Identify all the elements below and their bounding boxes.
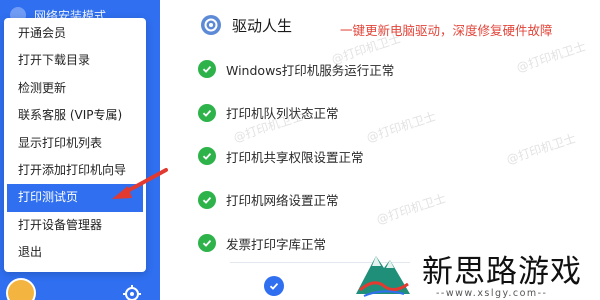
menu-item-vip[interactable]: 开通会员: [4, 20, 146, 47]
site-logo: 新思路游戏 --www.xslgy.com--: [348, 242, 600, 300]
menu-item-check-update[interactable]: 检测更新: [4, 75, 146, 102]
settings-gear-icon[interactable]: [122, 284, 142, 300]
status-text: Windows打印机服务运行正常: [226, 62, 395, 78]
check-icon: [198, 60, 216, 78]
menu-item-contact-support[interactable]: 联系客服 (VIP专属): [4, 102, 146, 129]
check-icon: [198, 147, 216, 165]
app-title: 驱动人生: [232, 16, 293, 35]
app-gear-logo-icon: [201, 15, 221, 35]
app-header: 驱动人生: [200, 14, 292, 36]
mountain-logo-icon: [356, 256, 410, 297]
check-icon: [198, 103, 216, 122]
status-row: 打印机共享权限设置正常: [198, 145, 394, 167]
menu-item-show-printer-list[interactable]: 显示打印机列表: [4, 130, 146, 157]
annotation-arrow-icon: [112, 168, 168, 199]
check-icon: [198, 190, 216, 209]
check-icon: [198, 234, 216, 252]
settings-dropdown-menu: 开通会员 打开下载目录 检测更新 联系客服 (VIP专属) 显示打印机列表 打开…: [4, 18, 146, 272]
menu-item-device-manager[interactable]: 打开设备管理器: [4, 212, 146, 239]
site-url: --www.xslgy.com--: [436, 288, 548, 299]
status-text: 打印机网络设置正常: [226, 193, 339, 208]
site-name: 新思路游戏: [422, 254, 582, 290]
menu-item-exit[interactable]: 退出: [4, 239, 146, 266]
header-tagline: 一键更新电脑驱动，深度修复硬件故障: [340, 23, 553, 38]
progress-step-check-icon: [264, 276, 284, 296]
status-row: Windows打印机服务运行正常: [198, 58, 394, 80]
menu-item-open-download-dir[interactable]: 打开下载目录: [4, 47, 146, 74]
status-row: 打印机网络设置正常: [198, 189, 394, 211]
avatar[interactable]: [6, 278, 36, 300]
status-text: 打印机共享权限设置正常: [226, 149, 364, 165]
status-text: 发票打印字库正常: [226, 236, 327, 252]
